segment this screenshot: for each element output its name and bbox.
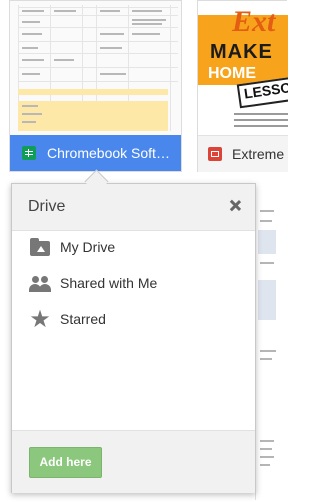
popup-title: Drive	[28, 198, 66, 215]
drive-picker-popup: Drive My Drive Shared with Me ★ Starred …	[11, 183, 256, 493]
file-tile-chromebook-software[interactable]: Chromebook Softwa...	[9, 0, 182, 172]
popup-footer: Add here	[12, 430, 255, 493]
spreadsheet-thumbnail	[10, 1, 181, 135]
drive-folder-icon	[29, 237, 51, 259]
nav-item-starred[interactable]: ★ Starred	[12, 302, 255, 338]
slides-thumbnail: Ext MAKE HOME LESSON	[198, 1, 288, 135]
nav-item-my-drive[interactable]: My Drive	[12, 230, 255, 266]
thumbnail-text: Ext	[232, 5, 276, 38]
thumbnail-text: MAKE	[210, 41, 273, 63]
add-here-button[interactable]: Add here	[29, 447, 102, 478]
google-sheets-icon	[22, 146, 36, 160]
nav-item-shared-with-me[interactable]: Shared with Me	[12, 266, 255, 302]
file-tile-extreme[interactable]: Ext MAKE HOME LESSON Extreme	[197, 0, 288, 172]
file-tile-footer[interactable]: Extreme	[198, 135, 288, 172]
nav-item-label: Starred	[60, 311, 106, 327]
google-slides-icon	[208, 147, 222, 161]
popup-header: Drive	[12, 184, 255, 231]
people-icon	[29, 273, 51, 295]
nav-item-label: My Drive	[60, 239, 116, 255]
file-title[interactable]: Chromebook Softwa...	[47, 145, 177, 161]
file-tile-footer[interactable]: Chromebook Softwa...	[10, 135, 181, 171]
nav-item-label: Shared with Me	[60, 275, 158, 291]
star-icon: ★	[29, 306, 51, 333]
background-document	[255, 200, 278, 500]
file-title[interactable]: Extreme	[232, 146, 284, 162]
thumbnail-text: HOME	[208, 65, 256, 82]
close-icon[interactable]	[225, 196, 245, 216]
